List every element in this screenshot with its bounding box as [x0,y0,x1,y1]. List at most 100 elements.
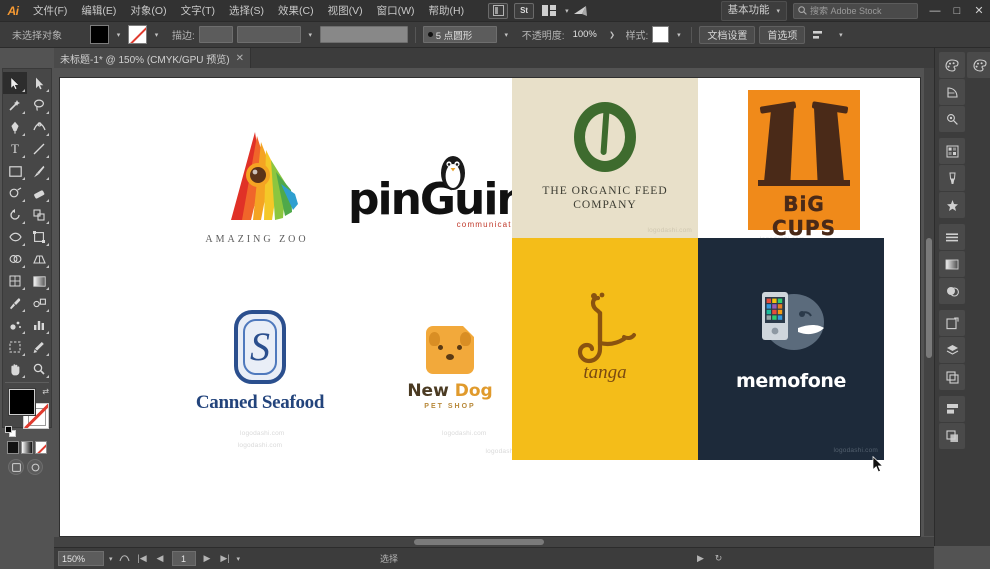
color-picker-icon[interactable] [967,52,990,78]
opacity-expand-icon[interactable]: ❯ [607,27,618,43]
opacity-input[interactable]: 100% [569,26,603,43]
color-guide-panel-icon[interactable] [939,79,965,105]
amazing-zoo-logo[interactable]: AMAZING ZOO [172,128,342,245]
artboard[interactable]: AMAZING ZOO pinGuin communication THE OR… [60,78,920,536]
eraser-tool[interactable] [27,182,51,204]
layers-panel-icon[interactable] [939,364,965,390]
canned-seafood-logo[interactable]: S Canned Seafood logodashi.com [170,310,350,449]
horizontal-scrollbar-thumb[interactable] [414,539,544,545]
close-button[interactable]: ✕ [968,0,990,22]
arrange-documents-icon[interactable] [540,3,558,19]
shape-builder-tool[interactable] [3,248,27,270]
eyedropper-tool[interactable] [3,292,27,314]
selection-tool[interactable] [3,72,27,94]
width-tool[interactable] [3,226,27,248]
canvas-area[interactable]: AMAZING ZOO pinGuin communication THE OR… [54,68,934,546]
last-artboard-button[interactable]: ▶| [219,553,232,564]
document-tab[interactable]: 未标题-1* @ 150% (CMYK/GPU 预览) ✕ [54,48,252,68]
next-artboard-button[interactable]: ▶ [201,553,214,564]
scale-tool[interactable] [27,204,51,226]
stroke-caret-icon[interactable]: ▾ [151,27,162,43]
toolbar-fill-swatch[interactable] [9,389,35,415]
color-panel-icon[interactable] [939,52,965,78]
bridge-icon[interactable] [488,2,509,19]
zoom-level-input[interactable]: 150% [58,551,104,566]
graphic-style-swatch[interactable] [652,26,670,43]
symbol-sprayer-tool[interactable] [3,314,27,336]
none-button[interactable] [35,441,47,454]
stock-search-input[interactable]: 搜索 Adobe Stock [793,2,918,19]
rectangle-tool[interactable] [3,160,27,182]
pen-tool[interactable] [3,116,27,138]
previous-artboard-button[interactable]: ◀ [154,553,167,564]
rotate-tool[interactable] [3,204,27,226]
type-tool[interactable]: T [3,138,27,160]
gradient-button[interactable] [21,441,33,454]
swap-fill-stroke-icon[interactable]: ⇄ [42,387,49,396]
brush-caret-icon[interactable]: ▾ [501,27,512,43]
menu-edit[interactable]: 编辑(E) [74,0,123,22]
libraries-panel-icon[interactable] [939,423,965,449]
slice-tool[interactable] [27,336,51,358]
transparency-panel-icon[interactable] [939,278,965,304]
artboards-panel-icon[interactable] [939,396,965,422]
blend-tool[interactable] [27,292,51,314]
fill-swatch[interactable] [90,25,109,44]
artboard-navigation-icon[interactable] [118,552,131,565]
hand-tool[interactable] [3,358,27,380]
preferences-button[interactable]: 首选项 [759,25,806,44]
stroke-swatch[interactable] [128,25,147,44]
appearance-panel-icon[interactable] [939,310,965,336]
stroke-profile-caret-icon[interactable]: ▾ [305,27,316,43]
lasso-tool[interactable] [27,94,51,116]
creative-cloud-icon[interactable] [572,3,590,19]
style-caret-icon[interactable]: ▾ [673,27,684,43]
zoom-tool[interactable] [27,358,51,380]
default-fill-stroke-icon[interactable] [5,426,16,437]
vertical-scrollbar-thumb[interactable] [926,238,932,358]
direct-selection-tool[interactable] [27,72,51,94]
line-segment-tool[interactable] [27,138,51,160]
maximize-button[interactable]: □ [946,0,968,22]
graphic-styles-panel-icon[interactable] [939,337,965,363]
curvature-tool[interactable] [27,116,51,138]
pinguin-logo[interactable]: pinGuin communication [348,156,528,229]
stroke-profile-select[interactable] [236,26,301,43]
organic-feed-logo[interactable]: THE ORGANIC FEED COMPANY logodashi.com [512,78,698,238]
gradient-tool[interactable] [27,270,51,292]
menu-help[interactable]: 帮助(H) [422,0,472,22]
variable-width-profile[interactable] [319,26,408,43]
arrange-caret-icon[interactable]: ▾ [565,7,569,15]
menu-object[interactable]: 对象(O) [123,0,173,22]
mesh-tool[interactable] [3,270,27,292]
paintbrush-tool[interactable] [27,160,51,182]
stroke-panel-icon[interactable] [939,224,965,250]
big-cups-logo[interactable]: BiG CUPS [748,90,860,240]
status-menu-arrow-icon[interactable]: ▶ [694,553,707,564]
symbols-panel-icon[interactable] [939,192,965,218]
shaper-tool[interactable] [3,182,27,204]
minimize-button[interactable]: — [924,0,946,22]
color-themes-panel-icon[interactable] [939,106,965,132]
brush-definition-select[interactable]: 5 点圆形 [422,26,497,43]
magic-wand-tool[interactable] [3,94,27,116]
menu-window[interactable]: 窗口(W) [370,0,422,22]
full-screen-mode-button[interactable] [27,459,43,475]
close-icon[interactable]: ✕ [236,53,244,64]
status-refresh-icon[interactable]: ↻ [712,553,725,564]
swatches-panel-icon[interactable] [939,138,965,164]
menu-select[interactable]: 选择(S) [222,0,271,22]
zoom-caret-icon[interactable]: ▾ [109,555,113,563]
memofone-logo[interactable]: memofone logodashi.com [698,238,884,460]
normal-screen-mode-button[interactable] [8,459,24,475]
vertical-scrollbar[interactable] [924,68,934,536]
artboard-number-input[interactable]: 1 [171,551,196,566]
menu-type[interactable]: 文字(T) [174,0,222,22]
artboard-tool[interactable] [3,336,27,358]
stroke-weight-input[interactable] [198,26,233,43]
column-graph-tool[interactable] [27,314,51,336]
artboard-caret-icon[interactable]: ▾ [237,555,241,563]
horizontal-scrollbar[interactable] [54,537,934,547]
brushes-panel-icon[interactable] [939,165,965,191]
stock-icon[interactable]: St [514,2,535,19]
